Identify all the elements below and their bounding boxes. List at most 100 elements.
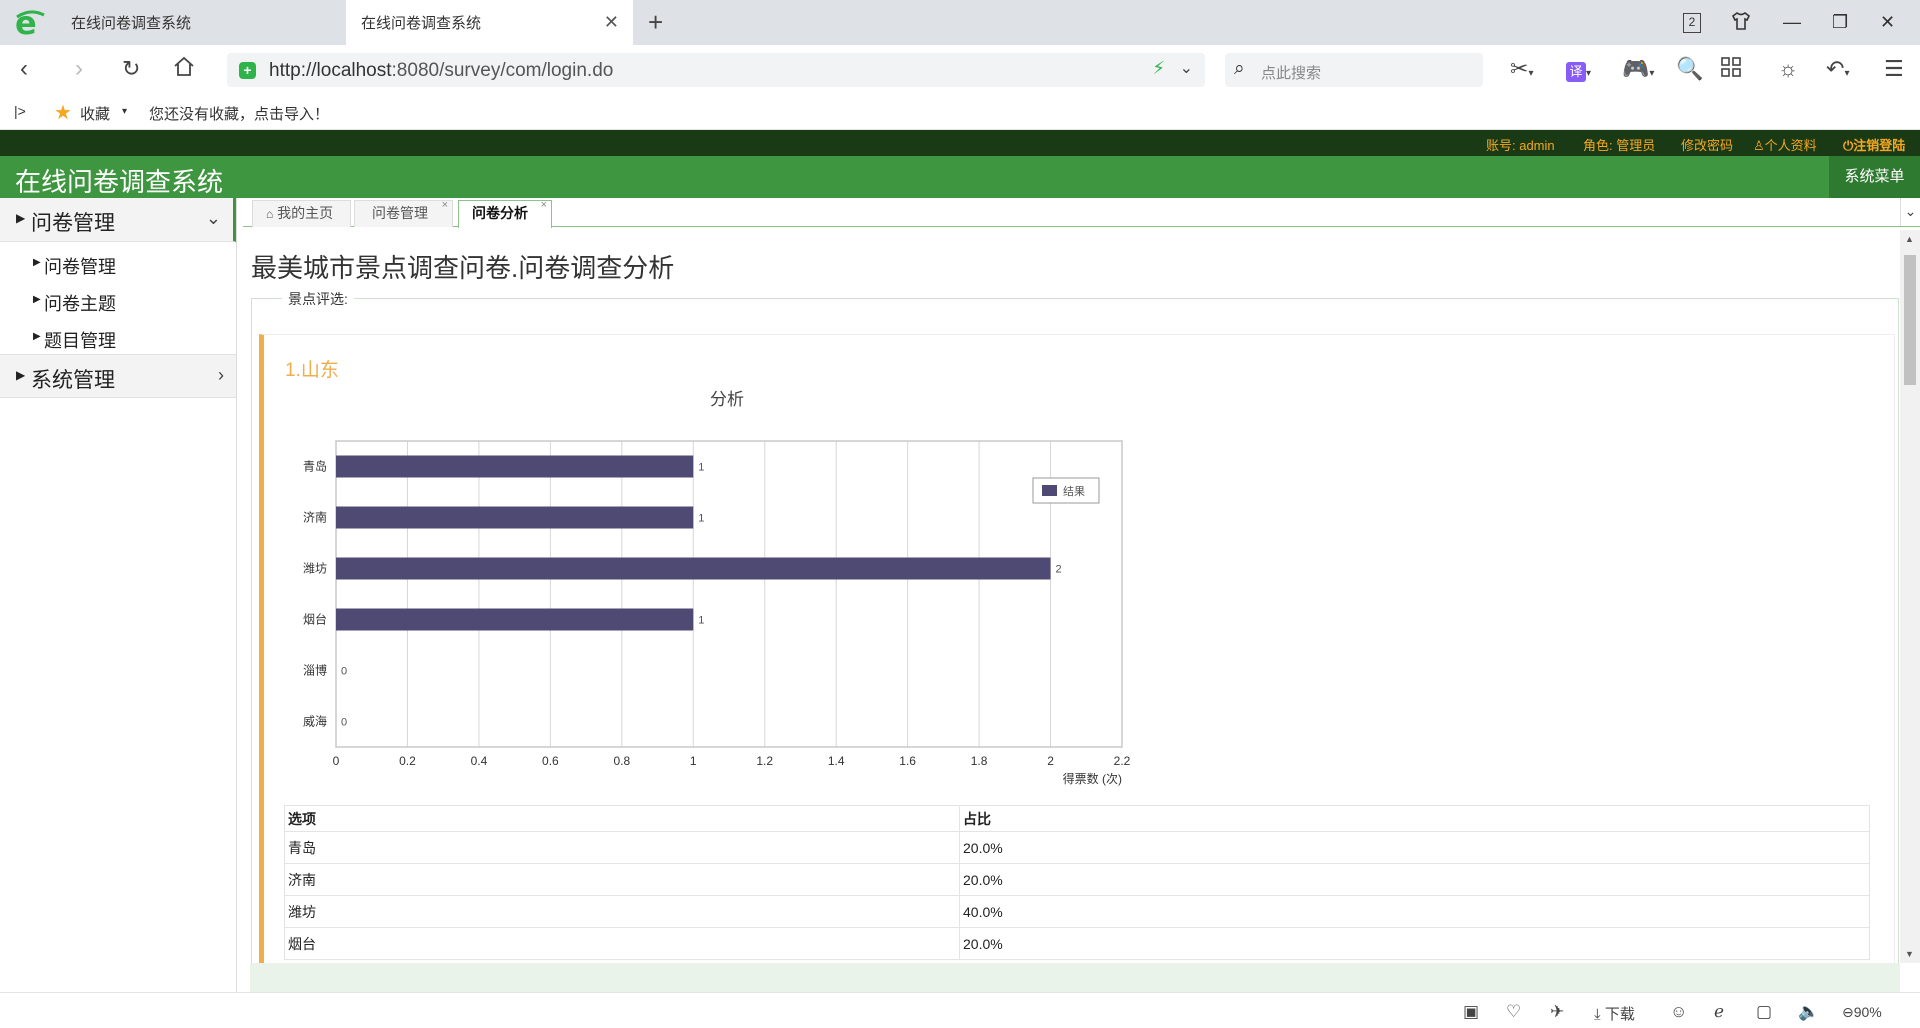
zoom-control[interactable]: ⊖90%: [1842, 1004, 1882, 1021]
bar-value-label: 2: [1056, 564, 1062, 576]
lightning-icon[interactable]: ⚡: [1152, 58, 1165, 79]
sidebar-toggle-icon[interactable]: |>: [14, 103, 26, 119]
undo-icon[interactable]: ↶▾: [1826, 56, 1849, 87]
speaker-icon[interactable]: 🔈: [1798, 1002, 1819, 1022]
minimize-icon[interactable]: —: [1783, 10, 1801, 34]
secure-shield-icon: +: [239, 62, 256, 79]
bar-value-label: 0: [341, 666, 347, 678]
table-row: 青岛20.0%: [285, 832, 1870, 864]
triangle-right-icon: ▶: [33, 331, 41, 342]
scrollbar-thumb[interactable]: [1904, 255, 1916, 385]
tab-survey-manage[interactable]: 问卷管理 ×: [354, 200, 453, 227]
legend-swatch: [1042, 485, 1057, 496]
vertical-scrollbar[interactable]: ▲ ▼: [1900, 230, 1920, 963]
game-controller-icon[interactable]: 🎮▾: [1622, 56, 1654, 87]
category-label: 潍坊: [303, 561, 327, 576]
profile-link[interactable]: ♙个人资料: [1753, 135, 1817, 154]
bar[interactable]: [336, 456, 693, 478]
apps-grid-icon[interactable]: [1720, 56, 1742, 84]
table-header-row: 选项 占比: [285, 806, 1870, 832]
caret-down-icon[interactable]: ▾: [122, 106, 127, 117]
bookmarks-menu[interactable]: 收藏: [80, 103, 110, 124]
tab-survey-analysis[interactable]: 问卷分析 ×: [458, 200, 552, 228]
restore-icon[interactable]: ❐: [1832, 10, 1848, 34]
chart-bars: 112100: [336, 456, 1062, 729]
star-icon: ★: [54, 100, 72, 125]
zoom-icon: ⊖: [1842, 1004, 1854, 1020]
window-icon[interactable]: ▢: [1756, 1002, 1772, 1022]
image-icon[interactable]: ▣: [1463, 1002, 1479, 1022]
category-label: 青岛: [303, 459, 327, 474]
new-tab-icon[interactable]: +: [648, 8, 663, 36]
category-label: 烟台: [303, 612, 327, 627]
search-box[interactable]: ⌕ 点此搜索: [1225, 53, 1483, 87]
bookmarks-import-hint[interactable]: 您还没有收藏，点击导入！: [149, 103, 329, 124]
robot-icon[interactable]: ☺: [1670, 1002, 1687, 1022]
table-cell: 济南: [285, 864, 960, 896]
sidebar-group-system[interactable]: ▶ 系统管理 ›: [0, 354, 236, 398]
account-label: 账号: admin: [1486, 135, 1555, 154]
category-label: 济南: [303, 510, 327, 525]
x-tick-label: 1: [690, 754, 697, 768]
sidebar-group-survey[interactable]: ▶ 问卷管理 ⌄: [0, 198, 236, 242]
system-menu-button[interactable]: 系统菜单: [1829, 156, 1920, 198]
close-window-icon[interactable]: ✕: [1880, 10, 1895, 34]
home-icon[interactable]: [172, 55, 196, 86]
download-button[interactable]: ⤓ 下载: [1594, 1003, 1635, 1024]
browser-tab-title: 在线问卷调查系统: [71, 12, 191, 33]
scroll-up-icon[interactable]: ▲: [1905, 234, 1914, 244]
back-icon[interactable]: ‹: [20, 55, 28, 83]
x-tick-label: 2: [1047, 754, 1054, 768]
search-placeholder: 点此搜索: [1261, 62, 1321, 83]
tab-overflow-icon[interactable]: ⌄: [1900, 198, 1920, 226]
table-row: 烟台20.0%: [285, 928, 1870, 960]
chevron-down-icon[interactable]: ⌄: [1180, 58, 1193, 78]
bar[interactable]: [336, 609, 693, 631]
question-panel: 1.山东 分析 112100 00.20.40.60.811.21.41.61.…: [259, 334, 1895, 963]
sidebar-item-survey-theme[interactable]: ▶ 问卷主题: [0, 283, 236, 319]
close-tab-icon[interactable]: ✕: [604, 12, 619, 33]
sidebar-item-question-manage[interactable]: ▶ 题目管理: [0, 320, 236, 356]
close-tab-icon[interactable]: ×: [541, 193, 547, 218]
triangle-right-icon: ▶: [16, 211, 25, 225]
address-bar[interactable]: + http://localhost:8080/survey/com/login…: [227, 53, 1205, 87]
bar[interactable]: [336, 507, 693, 529]
url-text: http://localhost:8080/survey/com/login.d…: [269, 60, 613, 82]
app-header: 在线问卷调查系统 系统菜单: [0, 156, 1920, 198]
scissors-icon[interactable]: ✂▾: [1510, 56, 1533, 87]
scroll-down-icon[interactable]: ▼: [1905, 949, 1914, 959]
sidebar-item-survey-manage[interactable]: ▶ 问卷管理: [0, 246, 236, 282]
app-title: 在线问卷调查系统: [15, 162, 223, 199]
heart-icon[interactable]: ♡: [1506, 1002, 1521, 1022]
browser-status-bar: ▣ ♡ ✈ ⤓ 下载 ☺ ℯ ▢ 🔈 ⊖90%: [0, 992, 1920, 1028]
menu-icon[interactable]: ☰: [1884, 56, 1904, 82]
bar[interactable]: [336, 558, 1051, 580]
bookmarks-bar: |> ★ 收藏 ▾ 您还没有收藏，点击导入！: [0, 94, 1920, 130]
tab-home[interactable]: ⌂ 我的主页: [252, 200, 351, 227]
close-tab-icon[interactable]: ×: [442, 193, 448, 218]
legend-label: 结果: [1063, 485, 1085, 498]
reload-icon[interactable]: ↻: [122, 55, 140, 83]
content-footer: [250, 963, 1900, 992]
browser-tab-active[interactable]: 在线问卷调查系统 ✕: [346, 0, 633, 45]
download-icon: ⤓: [1594, 1006, 1601, 1023]
forward-icon[interactable]: ›: [75, 55, 83, 83]
chart-grid: [407, 441, 1050, 747]
table-cell: 20.0%: [960, 864, 1870, 896]
translate-icon[interactable]: 译▾: [1566, 56, 1591, 87]
user-icon: ♙: [1753, 138, 1765, 153]
skin-shirt-icon[interactable]: [1730, 10, 1752, 38]
brightness-icon[interactable]: ☼: [1778, 56, 1798, 82]
ie-icon[interactable]: ℯ: [1714, 1002, 1724, 1022]
logout-link[interactable]: ⏻注销登陆: [1843, 135, 1905, 154]
magnifier-icon[interactable]: 🔍: [1676, 56, 1703, 82]
table-cell: 烟台: [285, 928, 960, 960]
browser-tab[interactable]: 在线问卷调查系统: [0, 0, 346, 45]
rocket-icon[interactable]: ✈: [1550, 1002, 1564, 1022]
chart-legend[interactable]: 结果: [1033, 478, 1099, 503]
tab-count-badge[interactable]: 2: [1683, 13, 1701, 33]
x-tick-label: 1.6: [899, 754, 916, 768]
bar-value-label: 0: [341, 717, 347, 729]
x-tick-label: 0.6: [542, 754, 559, 768]
change-password-link[interactable]: 修改密码: [1681, 135, 1733, 154]
